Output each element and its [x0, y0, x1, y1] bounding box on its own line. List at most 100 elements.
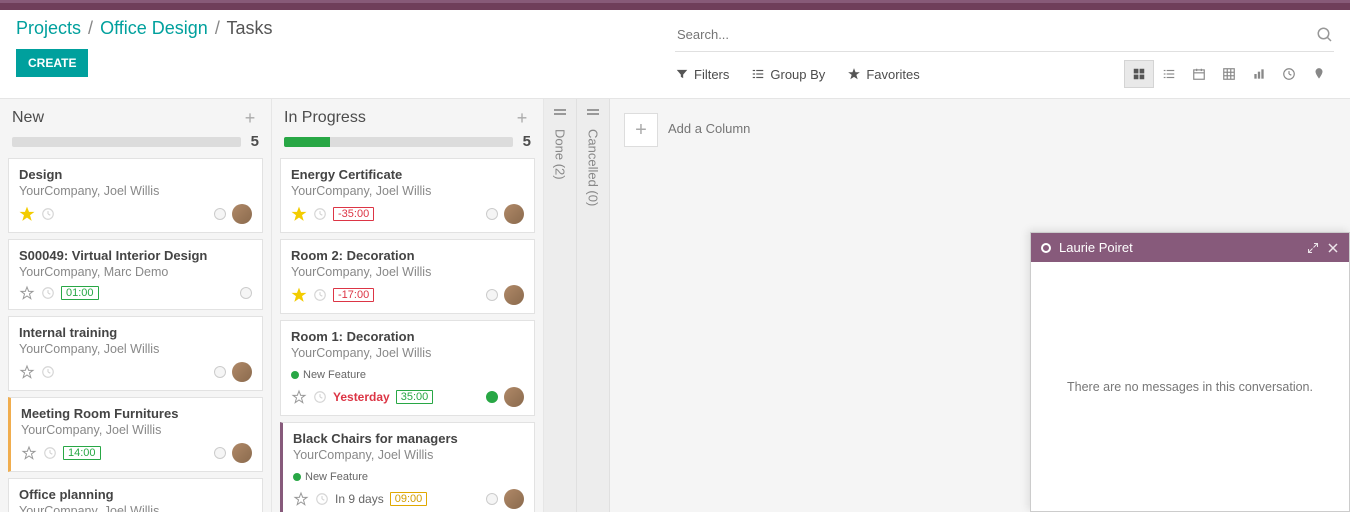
clock-icon[interactable]	[41, 365, 55, 379]
avatar[interactable]	[504, 204, 524, 224]
clock-icon[interactable]	[313, 288, 327, 302]
folded-column[interactable]: Cancelled (0)	[577, 99, 610, 512]
chat-body: There are no messages in this conversati…	[1031, 262, 1349, 511]
add-card-button[interactable]: +	[513, 109, 531, 127]
view-calendar[interactable]	[1184, 60, 1214, 88]
clock-icon[interactable]	[315, 492, 329, 506]
clock-icon[interactable]	[43, 446, 57, 460]
add-column-button[interactable]: +	[624, 113, 658, 147]
card-title: Energy Certificate	[291, 167, 524, 182]
view-list[interactable]	[1154, 60, 1184, 88]
chat-dock: Laurie Poiret There are no messages in t…	[1030, 232, 1350, 512]
list-icon	[751, 67, 765, 81]
breadcrumb-projects[interactable]: Projects	[16, 18, 81, 38]
view-kanban[interactable]	[1124, 60, 1154, 88]
task-card[interactable]: Black Chairs for managers YourCompany, J…	[280, 422, 535, 512]
status-dot[interactable]	[214, 208, 226, 220]
card-title: Room 1: Decoration	[291, 329, 524, 344]
avatar[interactable]	[504, 489, 524, 509]
favorites-button[interactable]: Favorites	[847, 67, 919, 82]
breadcrumb: Projects / Office Design / Tasks	[16, 18, 675, 39]
add-column-input[interactable]	[668, 113, 844, 144]
breadcrumb-project[interactable]: Office Design	[100, 18, 208, 38]
folded-label: Cancelled (0)	[586, 129, 601, 206]
card-title: Meeting Room Furnitures	[21, 406, 252, 421]
card-subtitle: YourCompany, Joel Willis	[21, 423, 252, 437]
column-in-progress: In Progress + 5 Energy Certificate YourC…	[272, 99, 544, 512]
search-icon[interactable]	[1316, 26, 1334, 44]
card-title: S00049: Virtual Interior Design	[19, 248, 252, 263]
filter-icon	[675, 67, 689, 81]
task-card[interactable]: Meeting Room Furnitures YourCompany, Joe…	[8, 397, 263, 472]
avatar[interactable]	[232, 443, 252, 463]
time-tag: -17:00	[333, 288, 374, 302]
star-icon[interactable]	[19, 364, 35, 380]
avatar[interactable]	[504, 285, 524, 305]
status-dot[interactable]	[486, 208, 498, 220]
table-icon	[1222, 67, 1236, 81]
status-dot[interactable]	[486, 289, 498, 301]
task-card[interactable]: Internal training YourCompany, Joel Will…	[8, 316, 263, 391]
view-pivot[interactable]	[1214, 60, 1244, 88]
task-card[interactable]: S00049: Virtual Interior Design YourComp…	[8, 239, 263, 310]
clock-icon[interactable]	[313, 207, 327, 221]
filters-button[interactable]: Filters	[675, 67, 729, 82]
view-activity[interactable]	[1274, 60, 1304, 88]
create-button[interactable]: CREATE	[16, 49, 88, 77]
progress-bar	[12, 137, 241, 147]
search-input[interactable]	[675, 21, 1316, 48]
card-subtitle: YourCompany, Joel Willis	[291, 184, 524, 198]
expand-icon[interactable]	[1307, 242, 1319, 254]
card-tag: New Feature	[291, 366, 524, 381]
star-icon[interactable]	[293, 491, 309, 507]
chat-empty-text: There are no messages in this conversati…	[1067, 380, 1313, 394]
task-card[interactable]: Office planning YourCompany, Joel Willis…	[8, 478, 263, 512]
calendar-icon	[1192, 67, 1206, 81]
star-icon[interactable]	[19, 206, 35, 222]
view-graph[interactable]	[1244, 60, 1274, 88]
card-subtitle: YourCompany, Joel Willis	[19, 504, 252, 512]
avatar[interactable]	[232, 362, 252, 382]
task-card[interactable]: Room 2: Decoration YourCompany, Joel Wil…	[280, 239, 535, 314]
status-dot[interactable]	[240, 287, 252, 299]
time-tag: 35:00	[396, 390, 434, 404]
column-new: New + 5 Design YourCompany, Joel Willis …	[0, 99, 272, 512]
view-map[interactable]	[1304, 60, 1334, 88]
card-date: Yesterday	[333, 390, 390, 404]
status-dot[interactable]	[486, 493, 498, 505]
star-icon[interactable]	[291, 206, 307, 222]
status-dot[interactable]	[214, 447, 226, 459]
avatar[interactable]	[232, 204, 252, 224]
group-by-button[interactable]: Group By	[751, 67, 825, 82]
star-icon[interactable]	[21, 445, 37, 461]
chat-header[interactable]: Laurie Poiret	[1031, 233, 1349, 262]
card-subtitle: YourCompany, Joel Willis	[19, 184, 252, 198]
add-card-button[interactable]: +	[241, 109, 259, 127]
add-column-area: +	[610, 99, 858, 512]
folded-column[interactable]: Done (2)	[544, 99, 577, 512]
clock-icon[interactable]	[313, 390, 327, 404]
task-card[interactable]: Room 1: Decoration YourCompany, Joel Wil…	[280, 320, 535, 416]
clock-icon[interactable]	[41, 207, 55, 221]
star-icon[interactable]	[291, 389, 307, 405]
progress-bar	[284, 137, 513, 147]
star-icon[interactable]	[291, 287, 307, 303]
close-icon[interactable]	[1327, 242, 1339, 254]
status-dot[interactable]	[486, 391, 498, 403]
column-title[interactable]: In Progress	[284, 109, 513, 127]
pin-icon	[1312, 67, 1326, 81]
task-card[interactable]: Design YourCompany, Joel Willis	[8, 158, 263, 233]
card-title: Office planning	[19, 487, 252, 502]
status-dot[interactable]	[214, 366, 226, 378]
star-icon[interactable]	[19, 285, 35, 301]
time-tag: 09:00	[390, 492, 428, 506]
card-title: Internal training	[19, 325, 252, 340]
column-title[interactable]: New	[12, 109, 241, 127]
grid-icon	[1132, 67, 1146, 81]
breadcrumb-current: Tasks	[227, 18, 273, 38]
time-tag: -35:00	[333, 207, 374, 221]
clock-icon[interactable]	[41, 286, 55, 300]
task-card[interactable]: Energy Certificate YourCompany, Joel Wil…	[280, 158, 535, 233]
avatar[interactable]	[504, 387, 524, 407]
column-count: 5	[523, 133, 531, 150]
